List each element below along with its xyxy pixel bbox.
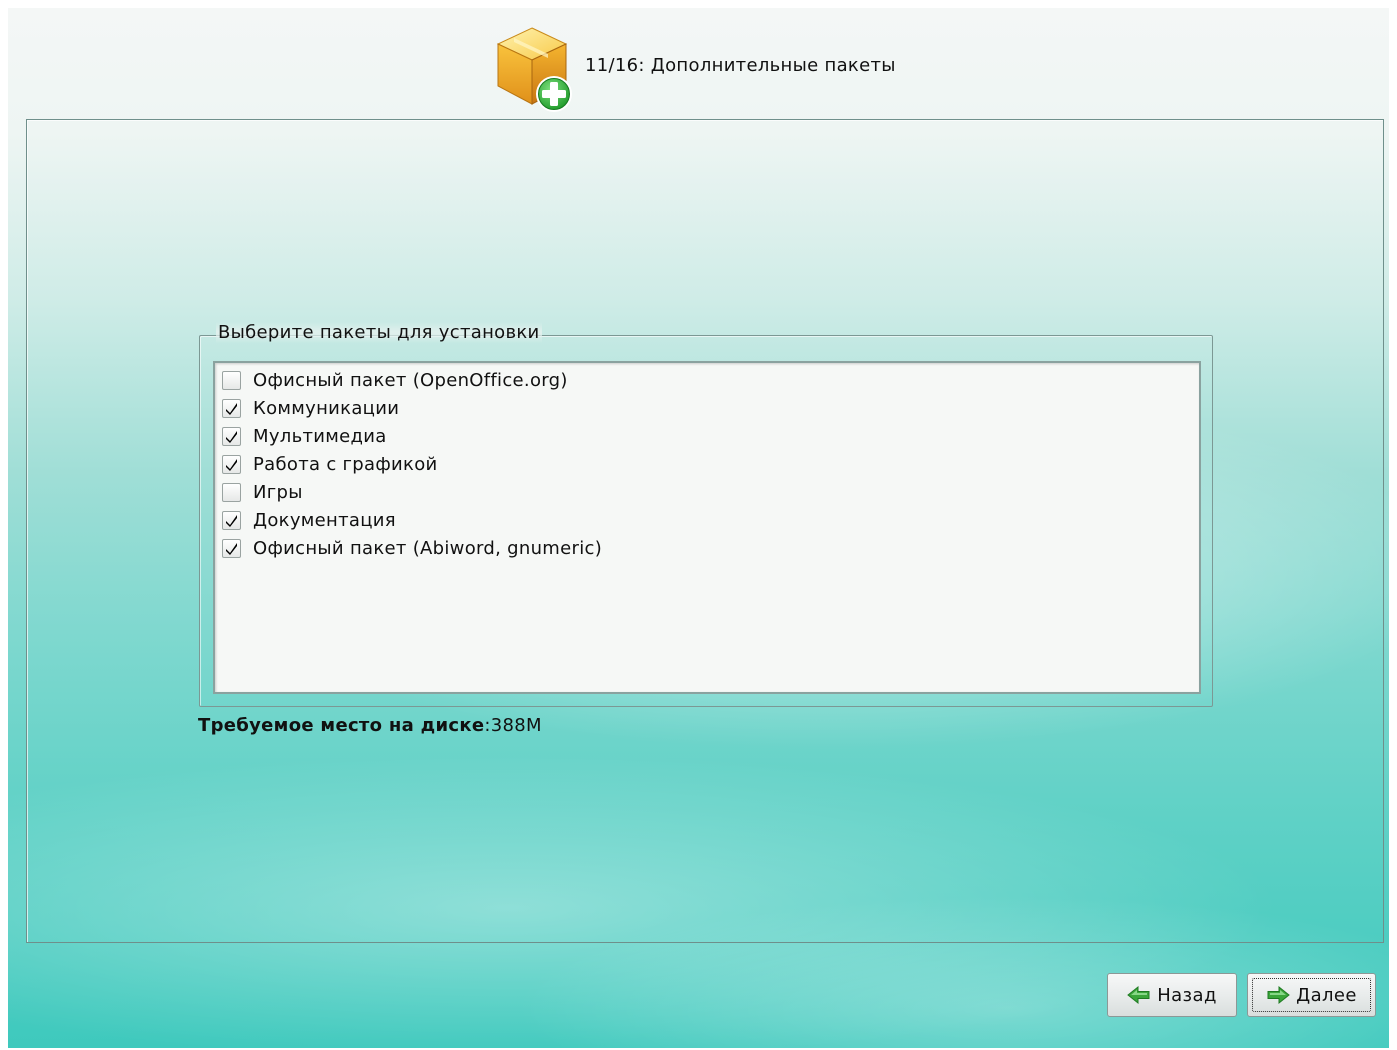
checkmark-icon: [226, 514, 237, 527]
checkbox[interactable]: [222, 398, 241, 418]
checkbox[interactable]: [222, 454, 241, 474]
group-legend: Выберите пакеты для установки: [216, 322, 542, 343]
checkbox[interactable]: [222, 426, 241, 446]
list-item-label: Коммуникации: [253, 397, 400, 419]
checkmark-icon: [226, 458, 237, 471]
arrow-left-icon: [1127, 985, 1151, 1005]
checkmark-icon: [226, 542, 237, 555]
list-item[interactable]: Работа с графикой: [215, 450, 1199, 478]
list-item[interactable]: Коммуникации: [215, 394, 1199, 422]
checkbox[interactable]: [222, 370, 241, 390]
next-button[interactable]: Далее: [1247, 973, 1376, 1017]
checkbox[interactable]: [222, 538, 241, 558]
list-item-label: Игры: [253, 481, 303, 503]
list-item[interactable]: Игры: [215, 478, 1199, 506]
disk-space-label: Требуемое место на диске: [198, 715, 485, 736]
disk-space-value: :388M: [484, 715, 542, 736]
list-item-label: Мультимедиа: [253, 425, 387, 447]
checkbox[interactable]: [222, 510, 241, 530]
list-item[interactable]: Документация: [215, 506, 1199, 534]
list-item[interactable]: Офисный пакет (Abiword, gnumeric): [215, 534, 1199, 562]
package-add-icon: [490, 24, 576, 114]
list-item[interactable]: Офисный пакет (OpenOffice.org): [215, 366, 1199, 394]
installer-screen: 11/16: Дополнительные пакеты Выберите па…: [8, 8, 1389, 1048]
checkbox[interactable]: [222, 482, 241, 502]
header: 11/16: Дополнительные пакеты: [8, 8, 1389, 118]
list-item-label: Офисный пакет (OpenOffice.org): [253, 369, 568, 391]
package-selection-group: Выберите пакеты для установки Офисный па…: [199, 322, 1213, 707]
back-button[interactable]: Назад: [1107, 973, 1237, 1017]
list-item-label: Документация: [253, 509, 396, 531]
main-content-frame: Выберите пакеты для установки Офисный па…: [26, 119, 1384, 943]
list-item[interactable]: Мультимедиа: [215, 422, 1199, 450]
page-title: 11/16: Дополнительные пакеты: [585, 55, 896, 76]
list-item-label: Офисный пакет (Abiword, gnumeric): [253, 537, 603, 559]
checkmark-icon: [226, 430, 237, 443]
next-button-label: Далее: [1296, 984, 1357, 1006]
disk-space-info: Требуемое место на диске:388M: [198, 715, 542, 736]
arrow-right-icon: [1266, 985, 1290, 1005]
package-list: Офисный пакет (OpenOffice.org) Коммуника…: [213, 361, 1201, 694]
checkmark-icon: [226, 402, 237, 415]
list-item-label: Работа с графикой: [253, 453, 438, 475]
back-button-label: Назад: [1157, 984, 1217, 1006]
